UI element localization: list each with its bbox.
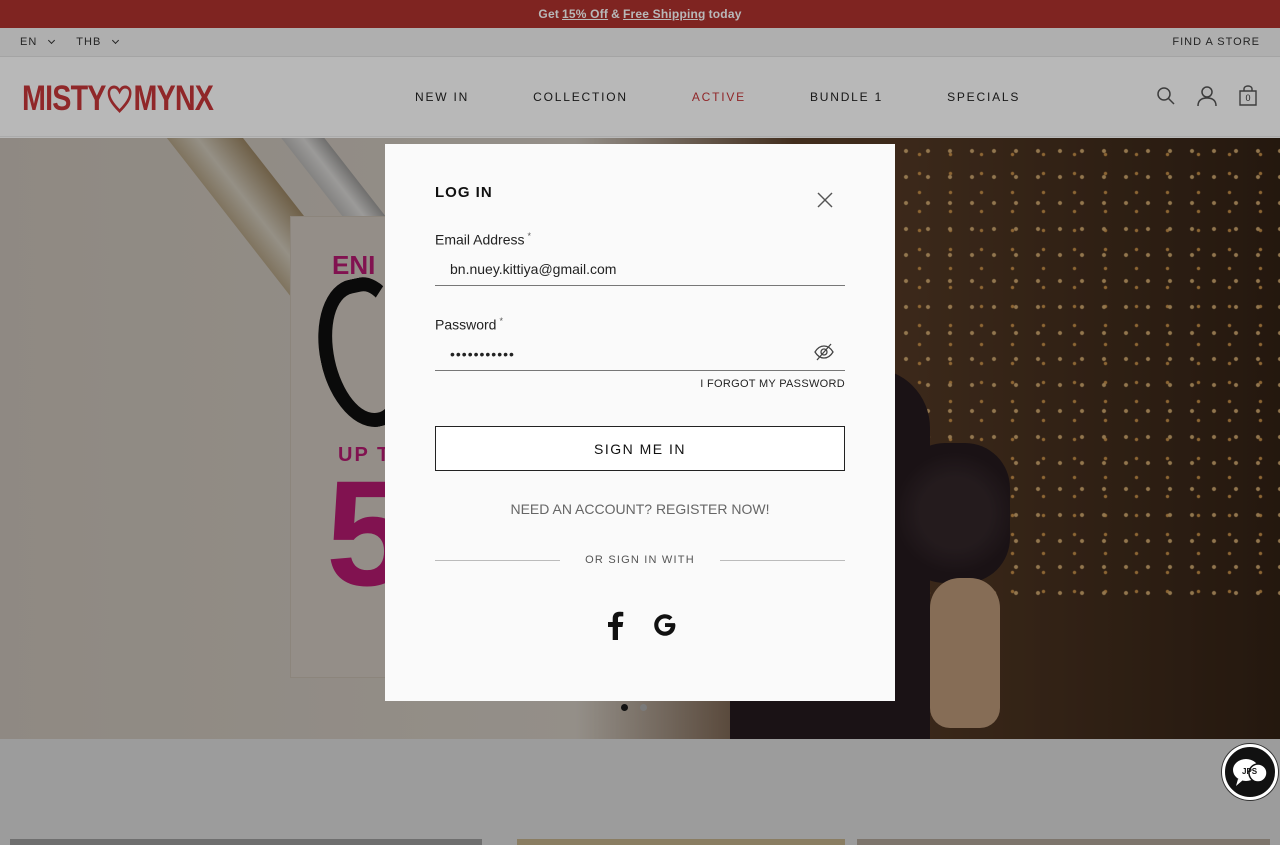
product-tile[interactable] (857, 839, 1270, 845)
facebook-login-button[interactable] (602, 610, 628, 640)
facebook-icon (608, 611, 624, 640)
chat-widget-label: JPS (1242, 767, 1258, 776)
main-nav: NEW IN COLLECTION ACTIVE BUNDLE 1 SPECIA… (384, 57, 1084, 137)
promo-prefix: Get (538, 7, 560, 21)
promo-discount-link[interactable]: 15% Off (562, 7, 608, 21)
promo-suffix: today (708, 7, 742, 21)
site-header: MISTY MYNX NEW IN COLLECTION ACTIVE BUND… (0, 57, 1280, 137)
header-icons: 0 (1156, 85, 1258, 107)
email-label: Email Address * (435, 231, 531, 248)
email-label-text: Email Address (435, 231, 525, 248)
google-icon (654, 614, 676, 636)
promo-bar: Get 15% Off & Free Shipping today (0, 0, 1280, 28)
password-label-text: Password (435, 316, 497, 333)
cart-button[interactable]: 0 (1238, 85, 1258, 107)
social-login-buttons (385, 610, 895, 640)
chevron-down-icon (112, 36, 120, 45)
product-tile[interactable] (517, 839, 845, 845)
register-link[interactable]: NEED AN ACCOUNT? REGISTER NOW! (435, 501, 845, 517)
carousel-dots (621, 704, 647, 711)
sign-in-button[interactable]: SIGN ME IN (435, 426, 845, 471)
product-tile[interactable] (10, 839, 482, 845)
nav-item-specials[interactable]: SPECIALS (947, 90, 1020, 104)
carousel-dot-2[interactable] (640, 704, 647, 711)
eye-slash-icon[interactable] (813, 341, 835, 363)
forgot-password-link[interactable]: I FORGOT MY PASSWORD (700, 378, 845, 390)
email-field[interactable] (435, 252, 845, 286)
divider-text: OR SIGN IN WITH (585, 554, 695, 566)
nav-item-new-in[interactable]: NEW IN (415, 90, 469, 104)
required-mark: * (527, 231, 531, 241)
divider-line (435, 559, 561, 561)
divider-line (719, 559, 846, 561)
logo-text-left: MISTY (22, 79, 106, 118)
logo-text-right: MYNX (133, 79, 214, 118)
search-icon[interactable] (1156, 86, 1176, 106)
nav-item-bundle-1[interactable]: BUNDLE 1 (810, 90, 883, 104)
currency-value: THB (76, 36, 102, 48)
nav-item-active[interactable]: ACTIVE (692, 90, 746, 104)
login-modal: LOG IN Email Address* Password* I FORGOT… (385, 144, 895, 701)
account-icon[interactable] (1196, 85, 1218, 107)
heart-icon (107, 85, 132, 113)
promo-shipping-link[interactable]: Free Shipping (623, 7, 706, 21)
password-label: Password * (435, 316, 503, 333)
language-selector[interactable]: EN (20, 36, 56, 48)
utility-bar: EN THB FIND A STORE (0, 28, 1280, 57)
language-value: EN (20, 36, 38, 48)
modal-title: LOG IN (435, 184, 493, 201)
close-icon[interactable] (815, 190, 835, 210)
carousel-dot-1[interactable] (621, 704, 628, 711)
currency-selector[interactable]: THB (76, 36, 120, 48)
chat-widget-button[interactable]: JPS (1222, 744, 1278, 800)
product-section (0, 739, 1280, 845)
chevron-down-icon (48, 36, 56, 45)
nav-item-collection[interactable]: COLLECTION (533, 90, 628, 104)
promo-and: & (611, 7, 620, 21)
google-login-button[interactable] (652, 610, 678, 640)
cart-count: 0 (1245, 93, 1251, 103)
social-divider: OR SIGN IN WITH (435, 554, 846, 566)
required-mark: * (499, 316, 503, 326)
brand-logo[interactable]: MISTY MYNX (22, 79, 214, 119)
find-store-link[interactable]: FIND A STORE (1172, 36, 1260, 48)
password-field[interactable] (435, 337, 845, 371)
